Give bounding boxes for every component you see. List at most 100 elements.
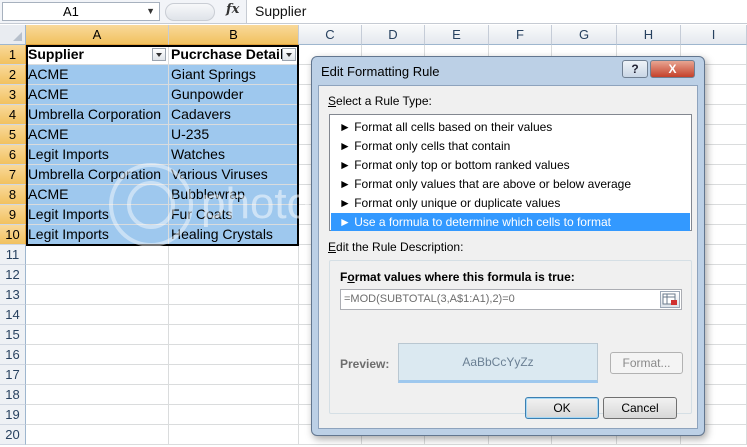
empty-cell[interactable] — [26, 265, 169, 285]
name-box-value: A1 — [63, 4, 79, 19]
column-header-g[interactable]: G — [552, 25, 617, 45]
select-all-button[interactable] — [0, 25, 26, 45]
table-cell[interactable]: Watches — [169, 145, 299, 165]
name-box[interactable]: A1 ▼ — [2, 2, 160, 21]
empty-cell[interactable] — [169, 365, 299, 385]
formula-bar-splitter[interactable] — [165, 3, 215, 21]
row-header-5[interactable]: 5 — [0, 125, 26, 145]
table-cell[interactable]: Legit Imports — [26, 145, 169, 165]
row-header-8[interactable]: 8 — [0, 185, 26, 205]
empty-cell[interactable] — [26, 305, 169, 325]
table-cell[interactable]: Umbrella Corporation — [26, 105, 169, 125]
dialog-body: Select a Rule Type: ► Format all cells b… — [318, 85, 698, 429]
row-header-14[interactable]: 14 — [0, 305, 26, 325]
formula-bar: A1 ▼ fx Supplier — [0, 0, 747, 24]
empty-cell[interactable] — [169, 405, 299, 425]
row-header-17[interactable]: 17 — [0, 365, 26, 385]
row-header-11[interactable]: 11 — [0, 245, 26, 265]
table-cell[interactable]: Legit Imports — [26, 225, 169, 245]
empty-cell[interactable] — [26, 405, 169, 425]
ok-button[interactable]: OK — [525, 397, 599, 419]
row-header-9[interactable]: 9 — [0, 205, 26, 225]
empty-cell[interactable] — [26, 365, 169, 385]
formula-field[interactable]: =MOD(SUBTOTAL(3,A$1:A1),2)=0 — [340, 289, 682, 310]
empty-cell[interactable] — [169, 285, 299, 305]
filter-dropdown-icon[interactable] — [152, 48, 166, 61]
table-cell[interactable]: Fur Coats — [169, 205, 299, 225]
table-cell[interactable]: Various Viruses — [169, 165, 299, 185]
row-header-12[interactable]: 12 — [0, 265, 26, 285]
row-header-15[interactable]: 15 — [0, 325, 26, 345]
edit-rule-description-label: Edit the Rule Description: — [328, 240, 464, 254]
table-header-cell[interactable]: Supplier — [26, 45, 169, 65]
row-header-13[interactable]: 13 — [0, 285, 26, 305]
table-cell[interactable]: Bubblewrap — [169, 185, 299, 205]
rule-type-item[interactable]: ► Format only unique or duplicate values — [331, 194, 690, 212]
table-cell[interactable]: ACME — [26, 65, 169, 85]
table-header-cell[interactable]: Pucrchase Details — [169, 45, 299, 65]
row-header-1[interactable]: 1 — [0, 45, 26, 65]
empty-cell[interactable] — [26, 425, 169, 445]
row-header-4[interactable]: 4 — [0, 105, 26, 125]
close-button[interactable]: X — [650, 60, 695, 78]
table-cell[interactable]: Legit Imports — [26, 205, 169, 225]
empty-cell[interactable] — [26, 385, 169, 405]
empty-cell[interactable] — [169, 265, 299, 285]
empty-cell[interactable] — [169, 345, 299, 365]
table-cell[interactable]: ACME — [26, 125, 169, 145]
column-header-d[interactable]: D — [362, 25, 425, 45]
formula-input[interactable]: Supplier — [246, 0, 747, 23]
table-cell[interactable]: ACME — [26, 85, 169, 105]
empty-cell[interactable] — [169, 325, 299, 345]
rule-description-panel: Format values where this formula is true… — [329, 260, 692, 414]
table-cell[interactable]: ACME — [26, 185, 169, 205]
rule-type-item[interactable]: ► Use a formula to determine which cells… — [331, 213, 690, 231]
table-cell[interactable]: Cadavers — [169, 105, 299, 125]
formula-heading: Format values where this formula is true… — [340, 270, 575, 284]
column-header-f[interactable]: F — [489, 25, 552, 45]
empty-cell[interactable] — [26, 285, 169, 305]
chevron-down-icon[interactable]: ▼ — [146, 3, 155, 20]
column-header-e[interactable]: E — [425, 25, 489, 45]
table-cell[interactable]: Healing Crystals — [169, 225, 299, 245]
table-cell[interactable]: Giant Springs — [169, 65, 299, 85]
column-header-a[interactable]: A — [26, 25, 169, 45]
empty-cell[interactable] — [169, 305, 299, 325]
rule-type-item[interactable]: ► Format only top or bottom ranked value… — [331, 156, 690, 174]
row-header-7[interactable]: 7 — [0, 165, 26, 185]
rule-type-item[interactable]: ► Format all cells based on their values — [331, 118, 690, 136]
help-button[interactable]: ? — [622, 60, 648, 78]
table-cell[interactable]: U-235 — [169, 125, 299, 145]
select-rule-type-label: Select a Rule Type: — [328, 94, 432, 108]
empty-cell[interactable] — [169, 245, 299, 265]
filter-dropdown-icon[interactable] — [282, 48, 296, 61]
row-header-19[interactable]: 19 — [0, 405, 26, 425]
row-header-6[interactable]: 6 — [0, 145, 26, 165]
row-header-3[interactable]: 3 — [0, 85, 26, 105]
empty-cell[interactable] — [169, 425, 299, 445]
table-cell[interactable]: Gunpowder — [169, 85, 299, 105]
format-button[interactable]: Format... — [610, 352, 683, 374]
row-header-2[interactable]: 2 — [0, 65, 26, 85]
empty-cell[interactable] — [26, 325, 169, 345]
header-label: Supplier — [28, 46, 85, 62]
empty-cell[interactable] — [169, 385, 299, 405]
cancel-button[interactable]: Cancel — [603, 397, 677, 419]
column-header-c[interactable]: C — [299, 25, 362, 45]
column-header-h[interactable]: H — [617, 25, 681, 45]
empty-cell[interactable] — [26, 345, 169, 365]
table-cell[interactable]: Umbrella Corporation — [26, 165, 169, 185]
rule-type-item[interactable]: ► Format only values that are above or b… — [331, 175, 690, 193]
formula-field-text: =MOD(SUBTOTAL(3,A$1:A1),2)=0 — [344, 293, 515, 305]
row-header-16[interactable]: 16 — [0, 345, 26, 365]
insert-function-icon[interactable]: fx — [226, 2, 239, 17]
rule-type-list[interactable]: ► Format all cells based on their values… — [329, 114, 692, 231]
row-header-18[interactable]: 18 — [0, 385, 26, 405]
column-header-b[interactable]: B — [169, 25, 299, 45]
rule-type-item[interactable]: ► Format only cells that contain — [331, 137, 690, 155]
collapse-dialog-icon[interactable] — [660, 291, 680, 308]
row-header-20[interactable]: 20 — [0, 425, 26, 445]
empty-cell[interactable] — [26, 245, 169, 265]
row-header-10[interactable]: 10 — [0, 225, 26, 245]
column-header-i[interactable]: I — [681, 25, 747, 45]
